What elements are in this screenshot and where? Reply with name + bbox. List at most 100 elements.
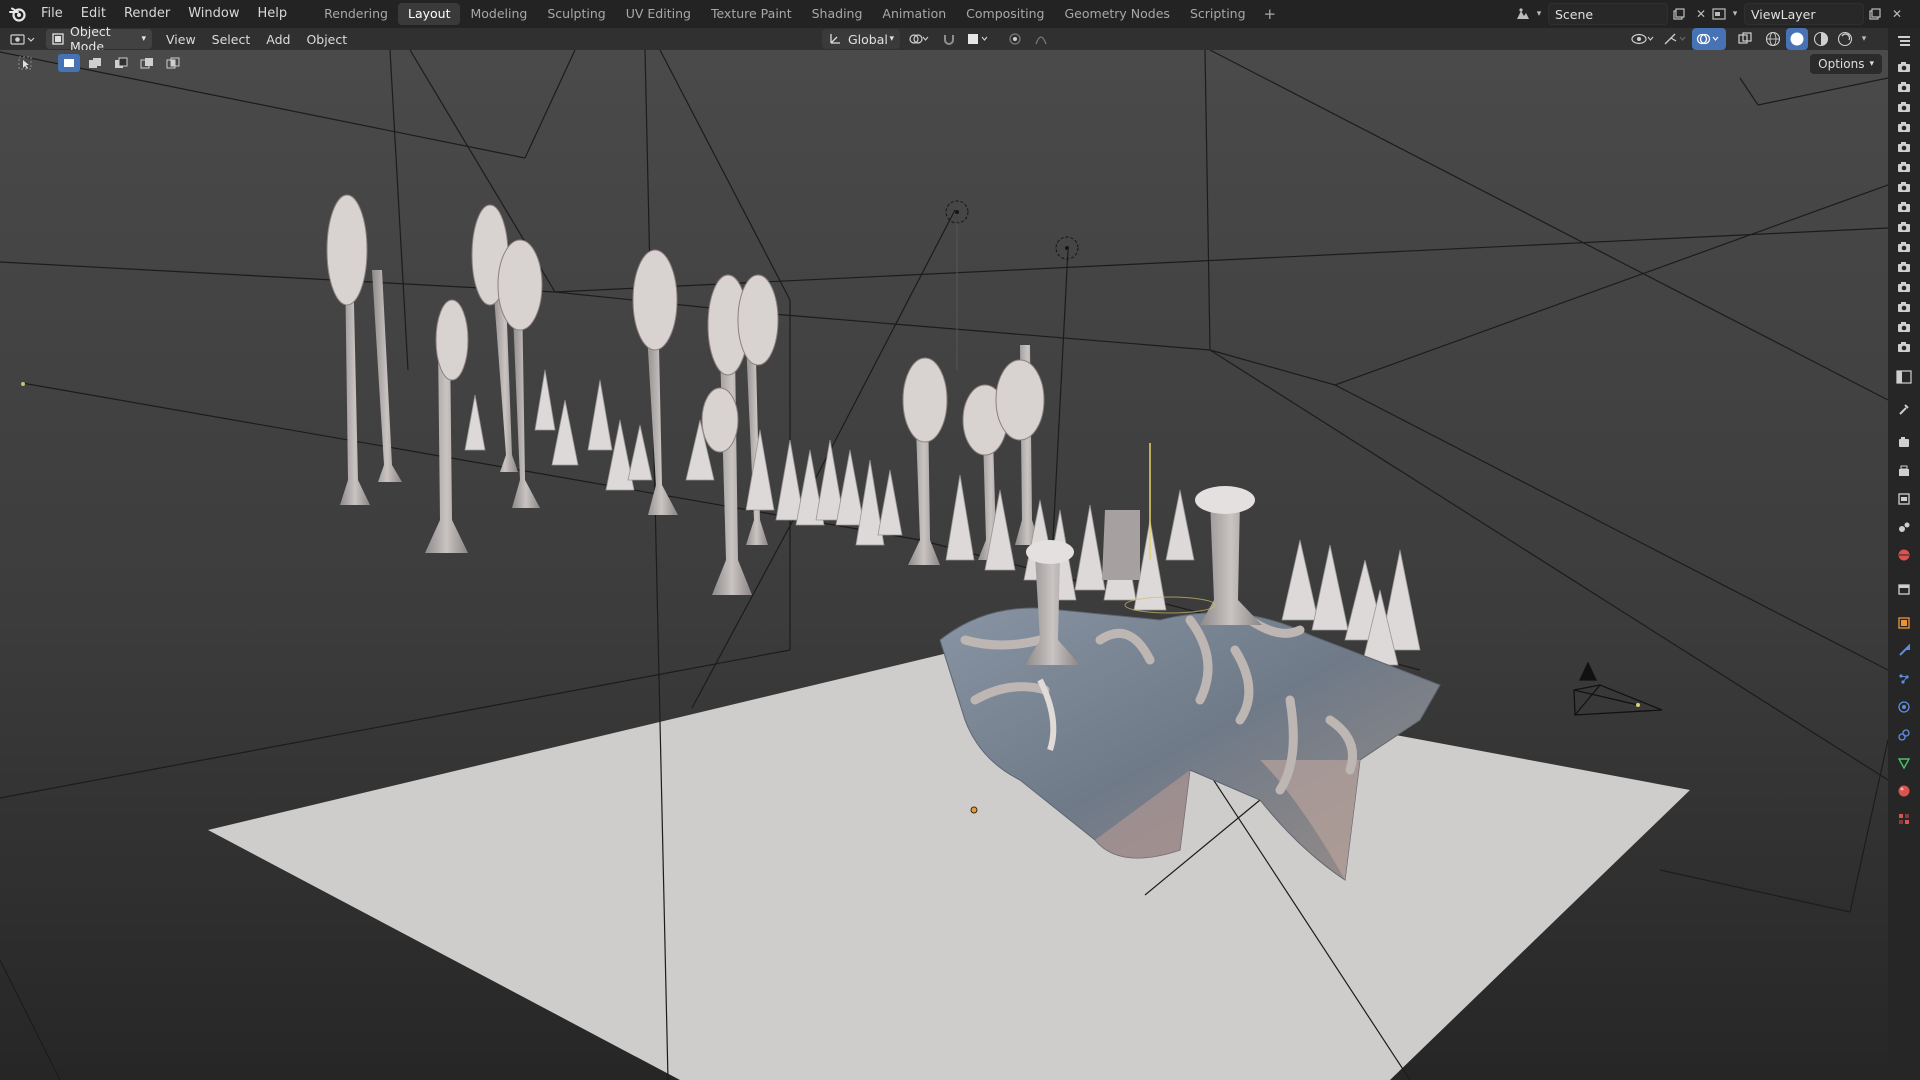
properties-editor-icon[interactable] [1892, 366, 1916, 388]
material-preview-shading-icon[interactable] [1810, 28, 1832, 50]
tab-animation[interactable]: Animation [872, 3, 956, 25]
tab-layout[interactable]: Layout [397, 3, 461, 25]
camera-object[interactable] [1573, 661, 1663, 716]
proportional-falloff-icon[interactable] [1030, 28, 1052, 50]
render-toggle-camera-icon[interactable] [1897, 139, 1911, 153]
new-view-layer-icon[interactable] [1864, 3, 1886, 25]
viewport-menu-select[interactable]: Select [204, 32, 259, 47]
tab-sculpting[interactable]: Sculpting [537, 3, 615, 25]
tab-uv-editing[interactable]: UV Editing [616, 3, 701, 25]
scene-name-field[interactable]: Scene [1548, 3, 1668, 25]
tab-geometry-nodes[interactable]: Geometry Nodes [1055, 3, 1180, 25]
wireframe-shading-icon[interactable] [1762, 28, 1784, 50]
scene-browse-icon[interactable] [1512, 3, 1534, 25]
delete-view-layer-icon[interactable]: ✕ [1886, 3, 1908, 25]
options-dropdown[interactable]: Options ▾ [1810, 54, 1882, 74]
render-toggle-camera-icon[interactable] [1897, 99, 1911, 113]
properties-tab-tool-icon[interactable] [1892, 398, 1916, 420]
select-mode-new-icon[interactable] [58, 54, 80, 72]
properties-tab-texture-icon[interactable] [1892, 808, 1916, 830]
viewport-menu-view[interactable]: View [158, 32, 204, 47]
render-toggle-camera-icon[interactable] [1897, 299, 1911, 313]
tab-shading[interactable]: Shading [802, 3, 873, 25]
render-toggle-camera-icon[interactable] [1897, 219, 1911, 233]
viewport-header: Object Mode ▾ View Select Add Object Global… [0, 24, 1888, 54]
ground-plane[interactable] [208, 652, 1690, 1080]
properties-tab-particles-icon[interactable] [1892, 668, 1916, 690]
properties-tab-material-icon[interactable] [1892, 780, 1916, 802]
properties-tab-strip [1888, 28, 1920, 1080]
tree-canopies [326, 194, 1045, 456]
render-toggle-camera-icon[interactable] [1897, 179, 1911, 193]
properties-tab-render-icon[interactable] [1892, 432, 1916, 454]
tab-scripting[interactable]: Scripting [1180, 3, 1256, 25]
render-toggle-camera-icon[interactable] [1897, 119, 1911, 133]
object-mode-dropdown[interactable]: Object Mode ▾ [46, 24, 152, 54]
viewport-display-controls: ▾ [1628, 28, 1870, 50]
menu-help[interactable]: Help [249, 0, 297, 28]
properties-tab-physics-icon[interactable] [1892, 696, 1916, 718]
render-toggle-camera-icon[interactable] [1897, 59, 1911, 73]
transform-orientation-dropdown[interactable]: Global ▾ [822, 29, 900, 49]
viewport-menu-add[interactable]: Add [258, 32, 298, 47]
select-tool-icon[interactable] [14, 54, 36, 72]
object-origin[interactable] [970, 806, 978, 814]
properties-tab-view-layer-icon[interactable] [1892, 488, 1916, 510]
render-toggle-camera-icon[interactable] [1897, 239, 1911, 253]
proportional-editing-icon[interactable] [1004, 28, 1026, 50]
view-layer-browse-icon[interactable] [1708, 3, 1730, 25]
3d-viewport[interactable]: Options ▾ [0, 50, 1888, 1080]
tab-modeling[interactable]: Modeling [460, 3, 537, 25]
light-dot [21, 382, 25, 386]
render-toggle-camera-icon[interactable] [1897, 339, 1911, 353]
options-label: Options [1818, 57, 1865, 71]
solid-shading-icon[interactable] [1786, 28, 1808, 50]
gizmo-toggle-icon[interactable] [1660, 28, 1690, 50]
rendered-shading-icon[interactable] [1834, 28, 1856, 50]
add-workspace-button[interactable]: + [1256, 5, 1285, 23]
properties-tab-world-icon[interactable] [1892, 544, 1916, 566]
properties-tab-modifier-icon[interactable] [1892, 640, 1916, 662]
render-toggle-camera-icon[interactable] [1897, 279, 1911, 293]
properties-tab-constraints-icon[interactable] [1892, 724, 1916, 746]
pivot-point-icon[interactable] [904, 28, 934, 50]
scene-render [0, 50, 1888, 1080]
properties-tab-scene-icon[interactable] [1892, 516, 1916, 538]
blender-logo-icon[interactable] [4, 0, 32, 28]
snap-target-icon[interactable] [964, 28, 992, 50]
selectability-visibility-icon[interactable] [1628, 28, 1658, 50]
shading-options-chevron-icon[interactable]: ▾ [1858, 28, 1870, 50]
properties-tab-data-icon[interactable] [1892, 752, 1916, 774]
view-layer-name-field[interactable]: ViewLayer [1744, 3, 1864, 25]
menu-window[interactable]: Window [179, 0, 248, 28]
tab-texture-paint[interactable]: Texture Paint [701, 3, 802, 25]
light-object[interactable] [945, 200, 969, 370]
properties-tab-object-icon[interactable] [1892, 612, 1916, 634]
render-toggle-camera-icon[interactable] [1897, 259, 1911, 273]
light-object[interactable] [1055, 236, 1079, 260]
chevron-down-icon[interactable]: ▾ [1534, 3, 1544, 25]
select-mode-intersect-icon[interactable] [162, 54, 184, 72]
select-mode-extend-icon[interactable] [84, 54, 106, 72]
select-mode-subtract-icon[interactable] [110, 54, 132, 72]
render-toggle-camera-icon[interactable] [1897, 79, 1911, 93]
new-scene-icon[interactable] [1668, 3, 1690, 25]
overlays-toggle-icon[interactable] [1692, 28, 1726, 50]
outliner-filter-icon[interactable] [1892, 30, 1916, 52]
properties-tab-output-icon[interactable] [1892, 460, 1916, 482]
transform-controls: Global ▾ [822, 28, 1052, 50]
render-toggle-camera-icon[interactable] [1897, 159, 1911, 173]
menu-file[interactable]: File [32, 0, 72, 28]
properties-tab-collection-icon[interactable] [1892, 578, 1916, 600]
render-toggle-camera-icon[interactable] [1897, 319, 1911, 333]
render-toggle-camera-icon[interactable] [1897, 199, 1911, 213]
chevron-down-icon[interactable]: ▾ [1730, 3, 1740, 25]
tab-rendering[interactable]: Rendering [314, 3, 398, 25]
select-mode-difference-icon[interactable] [136, 54, 158, 72]
xray-toggle-icon[interactable] [1734, 28, 1756, 50]
editor-type-selector[interactable] [6, 29, 40, 49]
tab-compositing[interactable]: Compositing [956, 3, 1054, 25]
viewport-menu-object[interactable]: Object [298, 32, 355, 47]
scene-selector: ▾ Scene ✕ [1512, 3, 1712, 25]
snap-toggle-icon[interactable] [938, 28, 960, 50]
